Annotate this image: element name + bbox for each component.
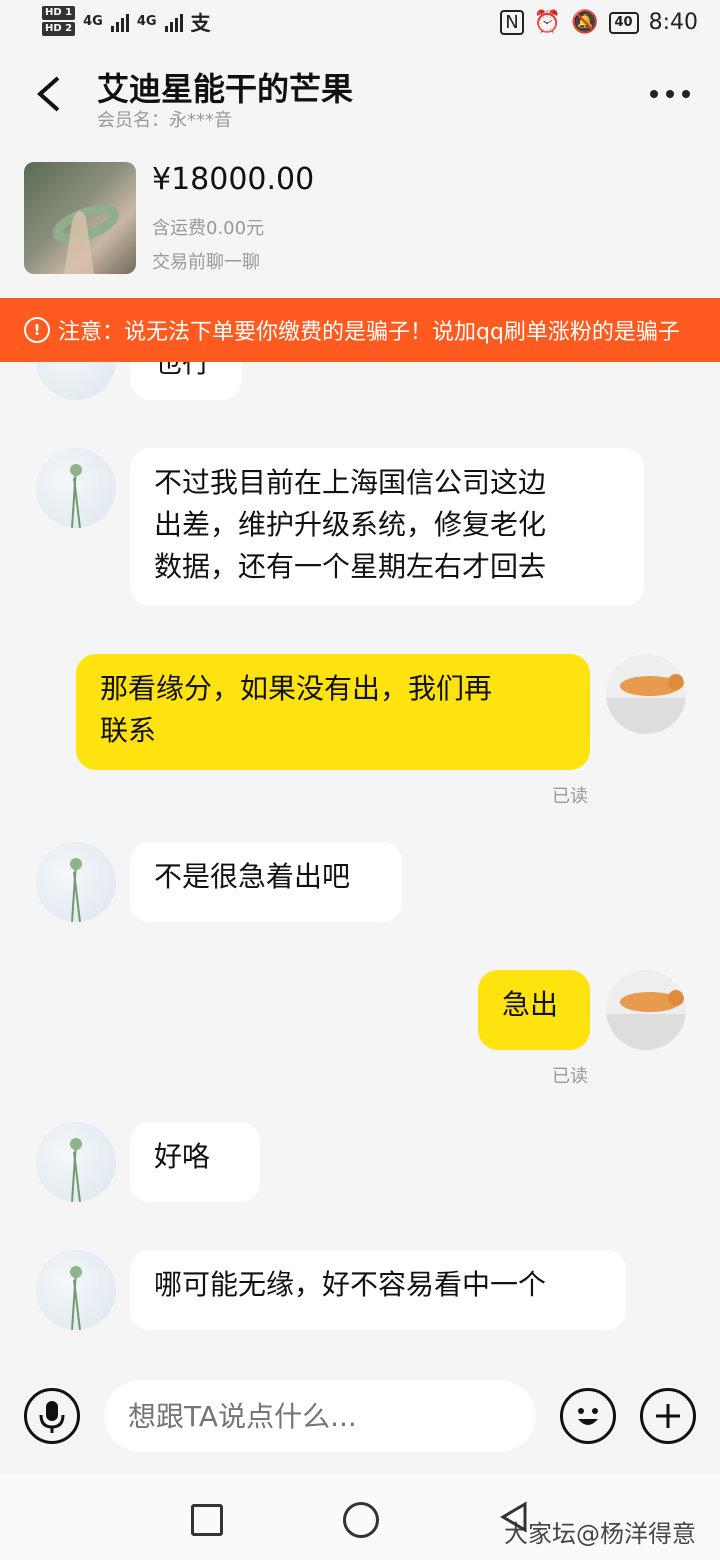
message-bubble[interactable]: 也行 [130,362,242,400]
warning-banner: ! 注意：说无法下单要你缴费的是骗子！说加qq刷单涨粉的是骗子 [0,298,720,362]
watermark: 大家坛@杨洋得意 [504,1520,696,1548]
recent-apps-icon[interactable] [191,1504,223,1536]
warning-icon: ! [24,317,50,343]
clock: 8:40 [648,10,698,35]
plant-avatar-image [70,858,82,922]
shipping-info: 含运费0.00元 [152,218,265,239]
sender-avatar[interactable] [36,1250,116,1330]
warning-text: 注意：说无法下单要你缴费的是骗子！说加qq刷单涨粉的是骗子 [58,320,680,345]
sim1-badge: HD 1 [42,6,76,20]
cat-avatar-image [620,674,684,696]
sim-indicators: HD 1 HD 2 [42,6,76,36]
alarm-icon: ⏰ [533,10,562,35]
message-bubble[interactable]: 不过我目前在上海国信公司这边 出差，维护升级系统，修复老化 数据，还有一个星期左… [130,448,644,606]
sender-avatar[interactable] [36,362,116,400]
product-image[interactable] [24,162,136,274]
message-bubble[interactable]: 不是很急着出吧 [130,842,402,922]
sim2-badge: HD 2 [42,22,76,36]
product-price: ¥18000.00 [152,162,315,197]
alipay-icon: 支 [190,10,211,35]
jade-bangle-photo [53,204,119,274]
emoji-icon[interactable] [560,1388,616,1444]
my-avatar[interactable] [606,654,686,734]
nfc-icon: N [500,10,524,35]
member-name: 会员名：永***音 [97,110,232,131]
plant-avatar-image [70,1138,82,1202]
mute-icon: 🔕 [571,10,599,35]
sender-avatar[interactable] [36,448,116,528]
message-input[interactable] [104,1380,536,1452]
read-receipt: 已读 [552,1066,588,1087]
add-attachment-icon[interactable] [640,1388,696,1444]
sender-avatar[interactable] [36,842,116,922]
input-bar [0,1374,720,1474]
voice-input-icon[interactable] [24,1388,80,1444]
message-list[interactable]: 也行 不过我目前在上海国信公司这边 出差，维护升级系统，修复老化 数据，还有一个… [0,362,720,1374]
status-left: HD 1 HD 2 4G 4G 支 [42,6,211,36]
message-bubble[interactable]: 急出 [478,970,590,1050]
status-bar: HD 1 HD 2 4G 4G 支 N ⏰ 🔕 40 8:40 [0,0,720,52]
signal-icon-1 [110,10,129,32]
page-title: 艾迪星能干的芒果 [97,70,354,108]
home-icon[interactable] [343,1502,379,1538]
plant-avatar-image [70,464,82,528]
my-avatar[interactable] [606,970,686,1050]
message-bubble[interactable]: 那看缘分，如果没有出，我们再 联系 [76,654,590,770]
read-receipt: 已读 [552,786,588,807]
message-bubble[interactable]: 好咯 [130,1122,260,1202]
more-options-icon[interactable] [650,90,690,98]
sender-avatar[interactable] [36,1122,116,1202]
cat-avatar-image [620,990,684,1012]
plant-avatar-image [70,1266,82,1330]
network-type-2: 4G [136,13,157,29]
message-bubble[interactable]: 哪可能无缘，好不容易看中一个 [130,1250,626,1330]
chat-header: 艾迪星能干的芒果 会员名：永***音 [0,52,720,147]
product-card[interactable]: ¥18000.00 含运费0.00元 交易前聊一聊 [0,150,720,298]
network-type-1: 4G [83,13,103,29]
back-arrow-icon[interactable] [34,74,64,114]
chat-hint: 交易前聊一聊 [152,252,260,273]
signal-icon-2 [164,10,183,32]
status-right: N ⏰ 🔕 40 8:40 [500,10,698,35]
battery-icon: 40 [608,11,639,34]
